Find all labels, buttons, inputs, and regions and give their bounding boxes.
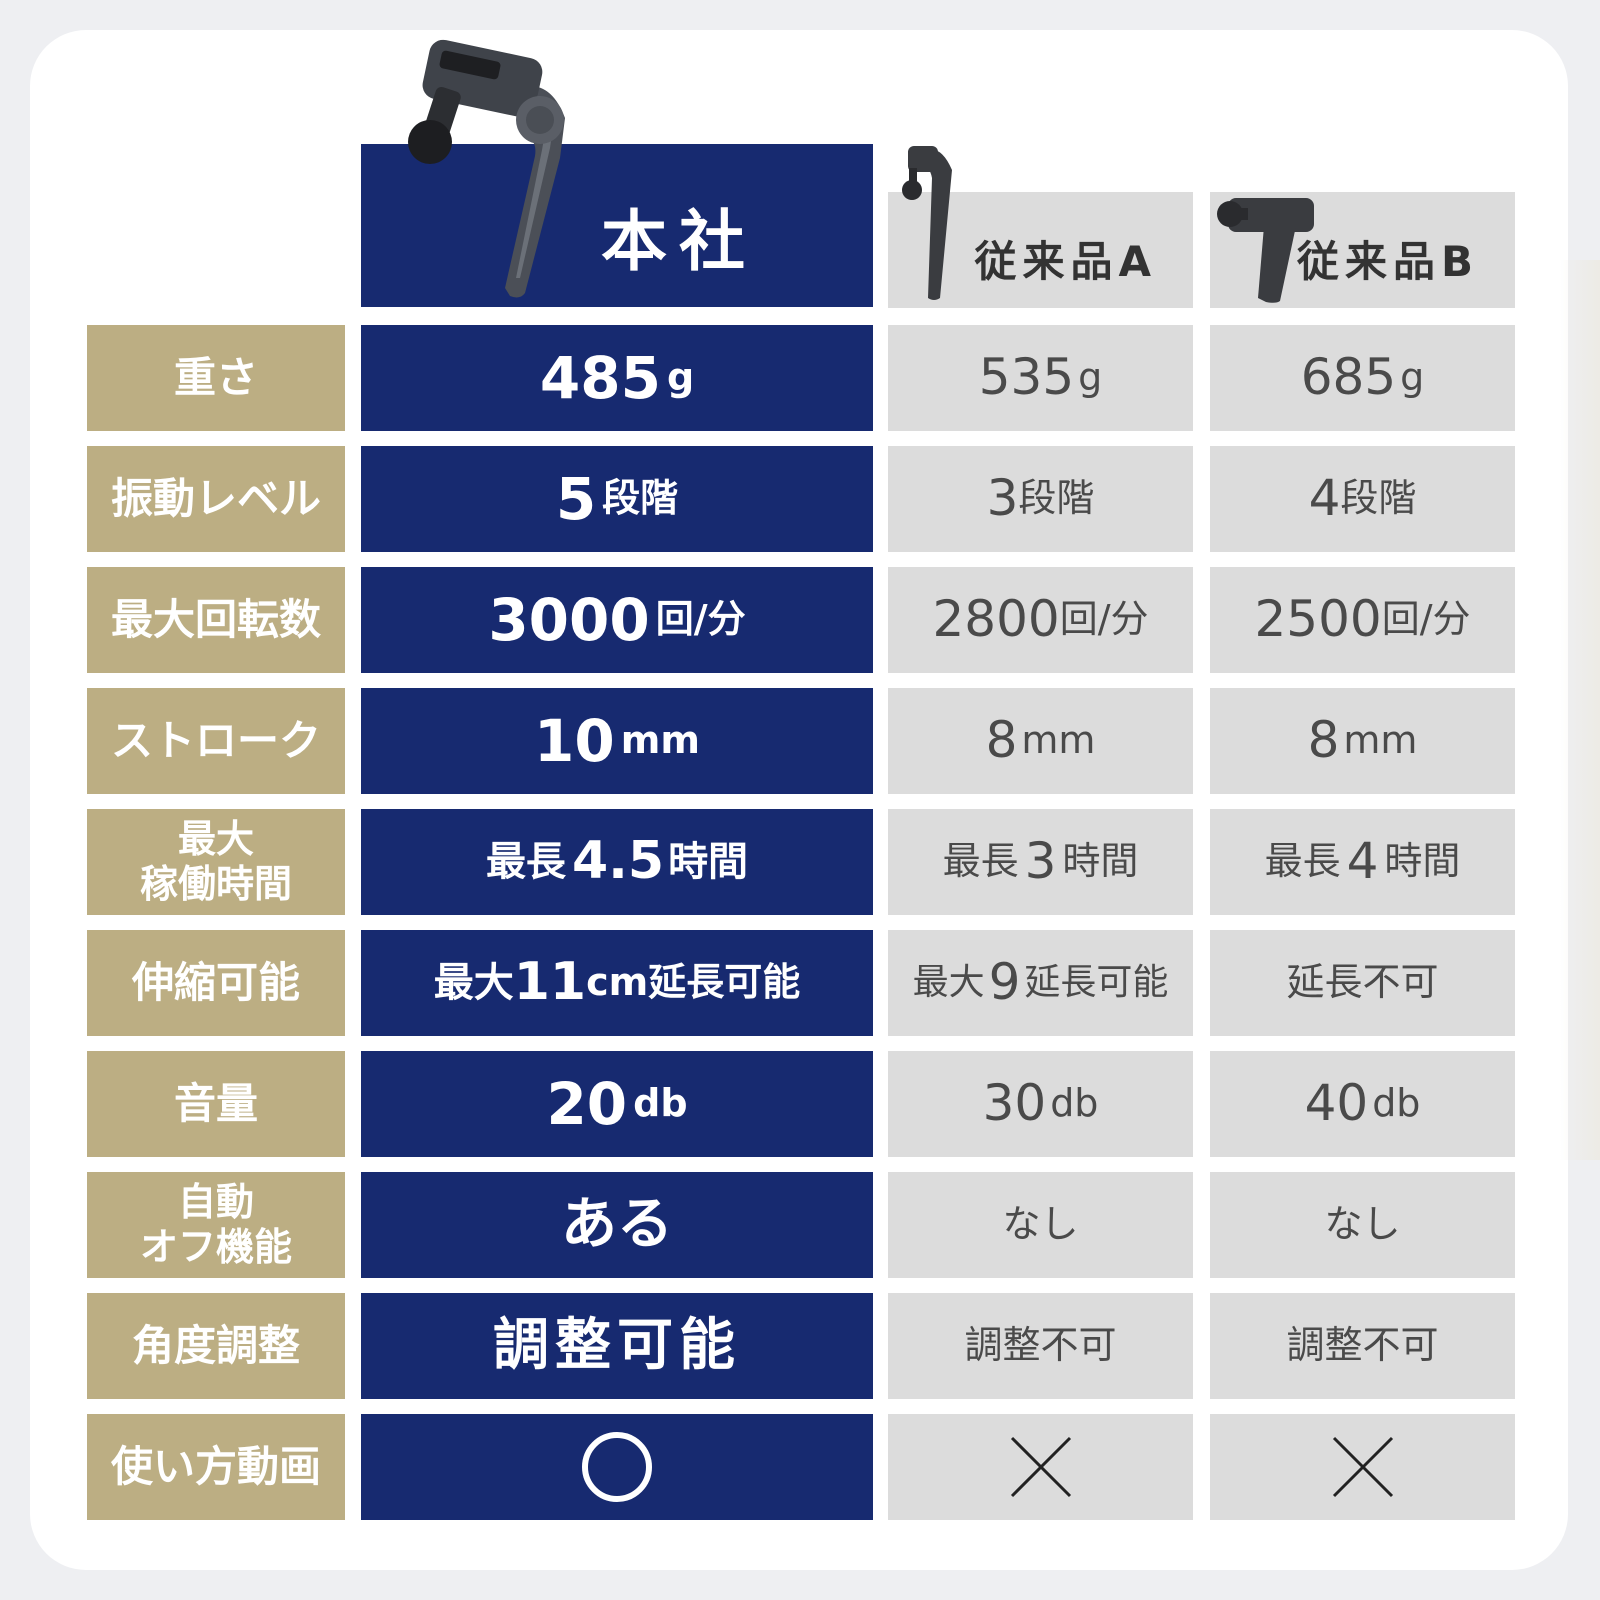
decorative-edge: [1560, 260, 1600, 1160]
ours-vibration-unit: 段階: [602, 476, 679, 521]
a-telescopic-unit: 延長可能: [1024, 962, 1169, 1004]
a-vibration-unit: 段階: [1018, 476, 1095, 521]
a-rpm: 2800 回/分: [888, 567, 1193, 673]
b-volume-value: 40: [1304, 1074, 1369, 1133]
a-stroke-unit: mm: [1021, 718, 1096, 763]
row-label-auto-off: 自動 オフ機能: [87, 1172, 345, 1278]
row-label-runtime-line1: 最大: [177, 817, 254, 862]
b-rpm: 2500 回/分: [1210, 567, 1515, 673]
a-angle: 調整不可: [888, 1293, 1193, 1399]
ours-telescopic-unit: cm延長可能: [586, 960, 801, 1005]
row-label-volume: 音量: [87, 1051, 345, 1157]
a-vibration-value: 3: [986, 469, 1019, 528]
row-label-auto-off-line1: 自動: [177, 1180, 254, 1225]
b-runtime: 最長 4 時間: [1210, 809, 1515, 915]
b-runtime-prefix: 最長: [1264, 839, 1341, 884]
ours-stroke: 10 mm: [361, 688, 873, 794]
b-rpm-value: 2500: [1254, 590, 1382, 649]
ours-weight-unit: g: [666, 355, 695, 400]
massage-gun-ours-icon: [408, 39, 565, 298]
massage-gun-b-icon: [1217, 198, 1314, 303]
a-runtime-prefix: 最長: [942, 839, 1019, 884]
b-vibration-unit: 段階: [1340, 476, 1417, 521]
row-label-runtime: 最大 稼働時間: [87, 809, 345, 915]
a-volume-value: 30: [982, 1074, 1047, 1133]
b-weight: 685 g: [1210, 325, 1515, 431]
row-label-stroke: ストローク: [87, 688, 345, 794]
b-volume: 40 db: [1210, 1051, 1515, 1157]
ours-runtime-prefix: 最長: [485, 839, 566, 885]
b-telescopic: 延長不可: [1210, 930, 1515, 1036]
a-rpm-unit: 回/分: [1059, 597, 1149, 642]
a-video: [888, 1414, 1193, 1520]
a-rpm-value: 2800: [932, 590, 1060, 649]
b-stroke-unit: mm: [1343, 718, 1418, 763]
row-label-weight: 重さ: [87, 325, 345, 431]
a-telescopic: 最大 9 延長可能: [888, 930, 1193, 1036]
b-weight-value: 685: [1300, 348, 1397, 407]
ours-telescopic-prefix: 最大: [433, 960, 514, 1006]
ours-auto-off: ある: [361, 1172, 873, 1278]
ours-weight-value: 485: [539, 343, 661, 412]
b-video: [1210, 1414, 1515, 1520]
b-volume-unit: db: [1372, 1081, 1421, 1126]
a-volume: 30 db: [888, 1051, 1193, 1157]
ours-angle: 調整可能: [361, 1293, 873, 1399]
a-stroke: 8 mm: [888, 688, 1193, 794]
b-runtime-unit: 時間: [1384, 839, 1461, 884]
row-label-telescopic: 伸縮可能: [87, 930, 345, 1036]
ours-vibration-value: 5: [555, 464, 597, 533]
ours-rpm-value: 3000: [488, 585, 650, 654]
ours-weight: 485 g: [361, 325, 873, 431]
a-weight-value: 535: [978, 348, 1075, 407]
b-stroke: 8 mm: [1210, 688, 1515, 794]
a-weight-unit: g: [1078, 355, 1103, 400]
ours-volume-unit: db: [633, 1081, 688, 1126]
row-label-video: 使い方動画: [87, 1414, 345, 1520]
a-telescopic-value: 9: [988, 953, 1021, 1012]
row-label-rpm: 最大回転数: [87, 567, 345, 673]
ours-telescopic: 最大 11 cm延長可能: [361, 930, 873, 1036]
a-volume-unit: db: [1050, 1081, 1099, 1126]
ours-runtime: 最長 4.5 時間: [361, 809, 873, 915]
b-vibration: 4 段階: [1210, 446, 1515, 552]
b-weight-unit: g: [1400, 355, 1425, 400]
a-stroke-value: 8: [985, 711, 1018, 770]
ours-vibration: 5 段階: [361, 446, 873, 552]
b-stroke-value: 8: [1307, 711, 1340, 770]
row-label-angle: 角度調整: [87, 1293, 345, 1399]
a-vibration: 3 段階: [888, 446, 1193, 552]
b-auto-off: なし: [1210, 1172, 1515, 1278]
cross-icon: [1332, 1436, 1393, 1498]
b-rpm-unit: 回/分: [1381, 597, 1471, 642]
ours-runtime-unit: 時間: [668, 839, 749, 885]
row-label-auto-off-line2: オフ機能: [139, 1225, 292, 1269]
ours-runtime-value: 4.5: [571, 831, 665, 892]
a-weight: 535 g: [888, 325, 1193, 431]
ours-rpm: 3000 回/分: [361, 567, 873, 673]
ours-rpm-unit: 回/分: [655, 597, 746, 642]
row-label-runtime-line2: 稼働時間: [139, 862, 292, 906]
cross-icon: [1010, 1436, 1071, 1498]
a-runtime: 最長 3 時間: [888, 809, 1193, 915]
a-telescopic-prefix: 最大: [912, 962, 985, 1004]
a-runtime-value: 3: [1024, 832, 1057, 891]
header-ours-title: 本社: [601, 203, 757, 280]
ours-stroke-value: 10: [534, 706, 615, 775]
header-product-b-title: 従来品B: [1296, 237, 1479, 286]
ours-video: [361, 1414, 873, 1520]
ours-stroke-unit: mm: [620, 718, 700, 763]
ours-telescopic-value: 11: [513, 952, 587, 1013]
header-product-a-title: 従来品A: [974, 237, 1157, 286]
circle-icon: [582, 1432, 652, 1502]
ours-volume-value: 20: [546, 1069, 628, 1138]
b-runtime-value: 4: [1346, 832, 1379, 891]
ours-volume: 20 db: [361, 1051, 873, 1157]
a-runtime-unit: 時間: [1062, 839, 1139, 884]
row-label-vibration: 振動レベル: [87, 446, 345, 552]
massage-gun-a-icon: [902, 146, 952, 300]
b-vibration-value: 4: [1308, 469, 1341, 528]
a-auto-off: なし: [888, 1172, 1193, 1278]
b-angle: 調整不可: [1210, 1293, 1515, 1399]
